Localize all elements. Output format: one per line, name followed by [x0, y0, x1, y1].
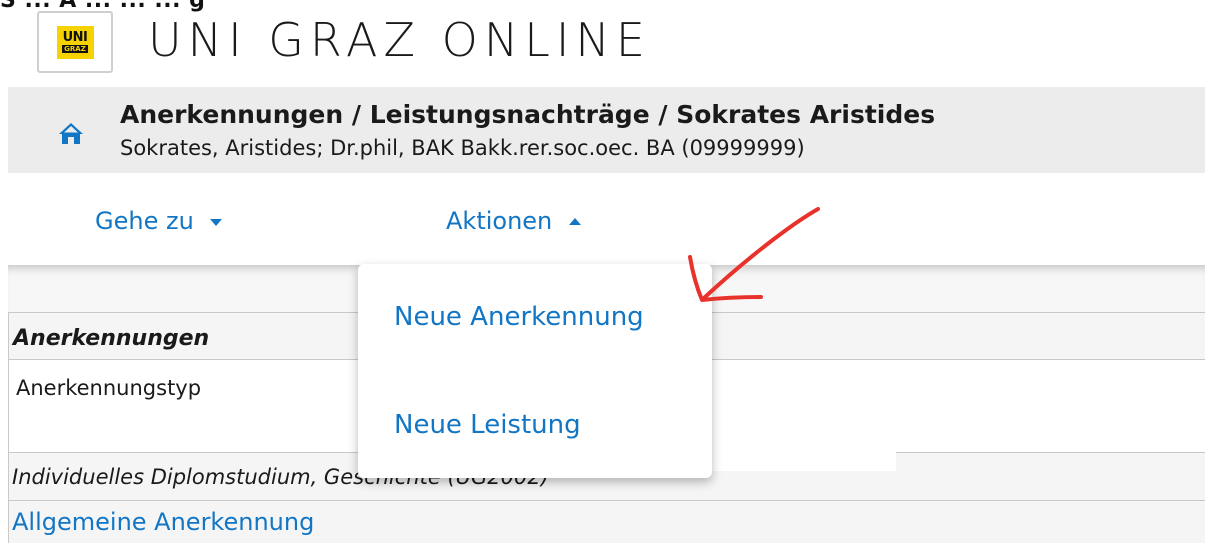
goto-menu-button[interactable]: Gehe zu — [95, 207, 223, 235]
page-title: Anerkennungen / Leistungsnachträge / Sok… — [120, 100, 936, 129]
actions-menu-label: Aktionen — [446, 207, 553, 235]
logo[interactable]: UNI GRAZ — [37, 11, 113, 73]
row-divider — [8, 500, 1205, 501]
home-icon[interactable] — [58, 120, 84, 146]
app-title: UNI GRAZ ONLINE — [148, 13, 651, 67]
logo-badge: UNI GRAZ — [56, 25, 94, 59]
actions-dropdown-menu: Neue Anerkennung Neue Leistung — [358, 264, 712, 478]
logo-line2: GRAZ — [62, 45, 88, 53]
actions-menu-button[interactable]: Aktionen — [446, 207, 582, 235]
column-header-type: Anerkennungstyp — [16, 376, 202, 400]
page-subtitle: Sokrates, Aristides; Dr.phil, BAK Bakk.r… — [120, 136, 805, 160]
caret-down-icon — [210, 219, 223, 226]
goto-menu-label: Gehe zu — [95, 207, 194, 235]
menu-item-new-recognition[interactable]: Neue Anerkennung — [394, 302, 644, 332]
general-recognition-link[interactable]: Allgemeine Anerkennung — [12, 508, 314, 536]
redaction-mask — [700, 452, 896, 471]
caret-up-icon — [568, 218, 581, 225]
logo-line1: UNI — [62, 30, 88, 45]
cropped-top-text: S ... A ... ... ... g — [0, 0, 1205, 12]
menu-item-new-achievement[interactable]: Neue Leistung — [394, 410, 581, 440]
table-section-title: Anerkennungen — [13, 326, 210, 351]
